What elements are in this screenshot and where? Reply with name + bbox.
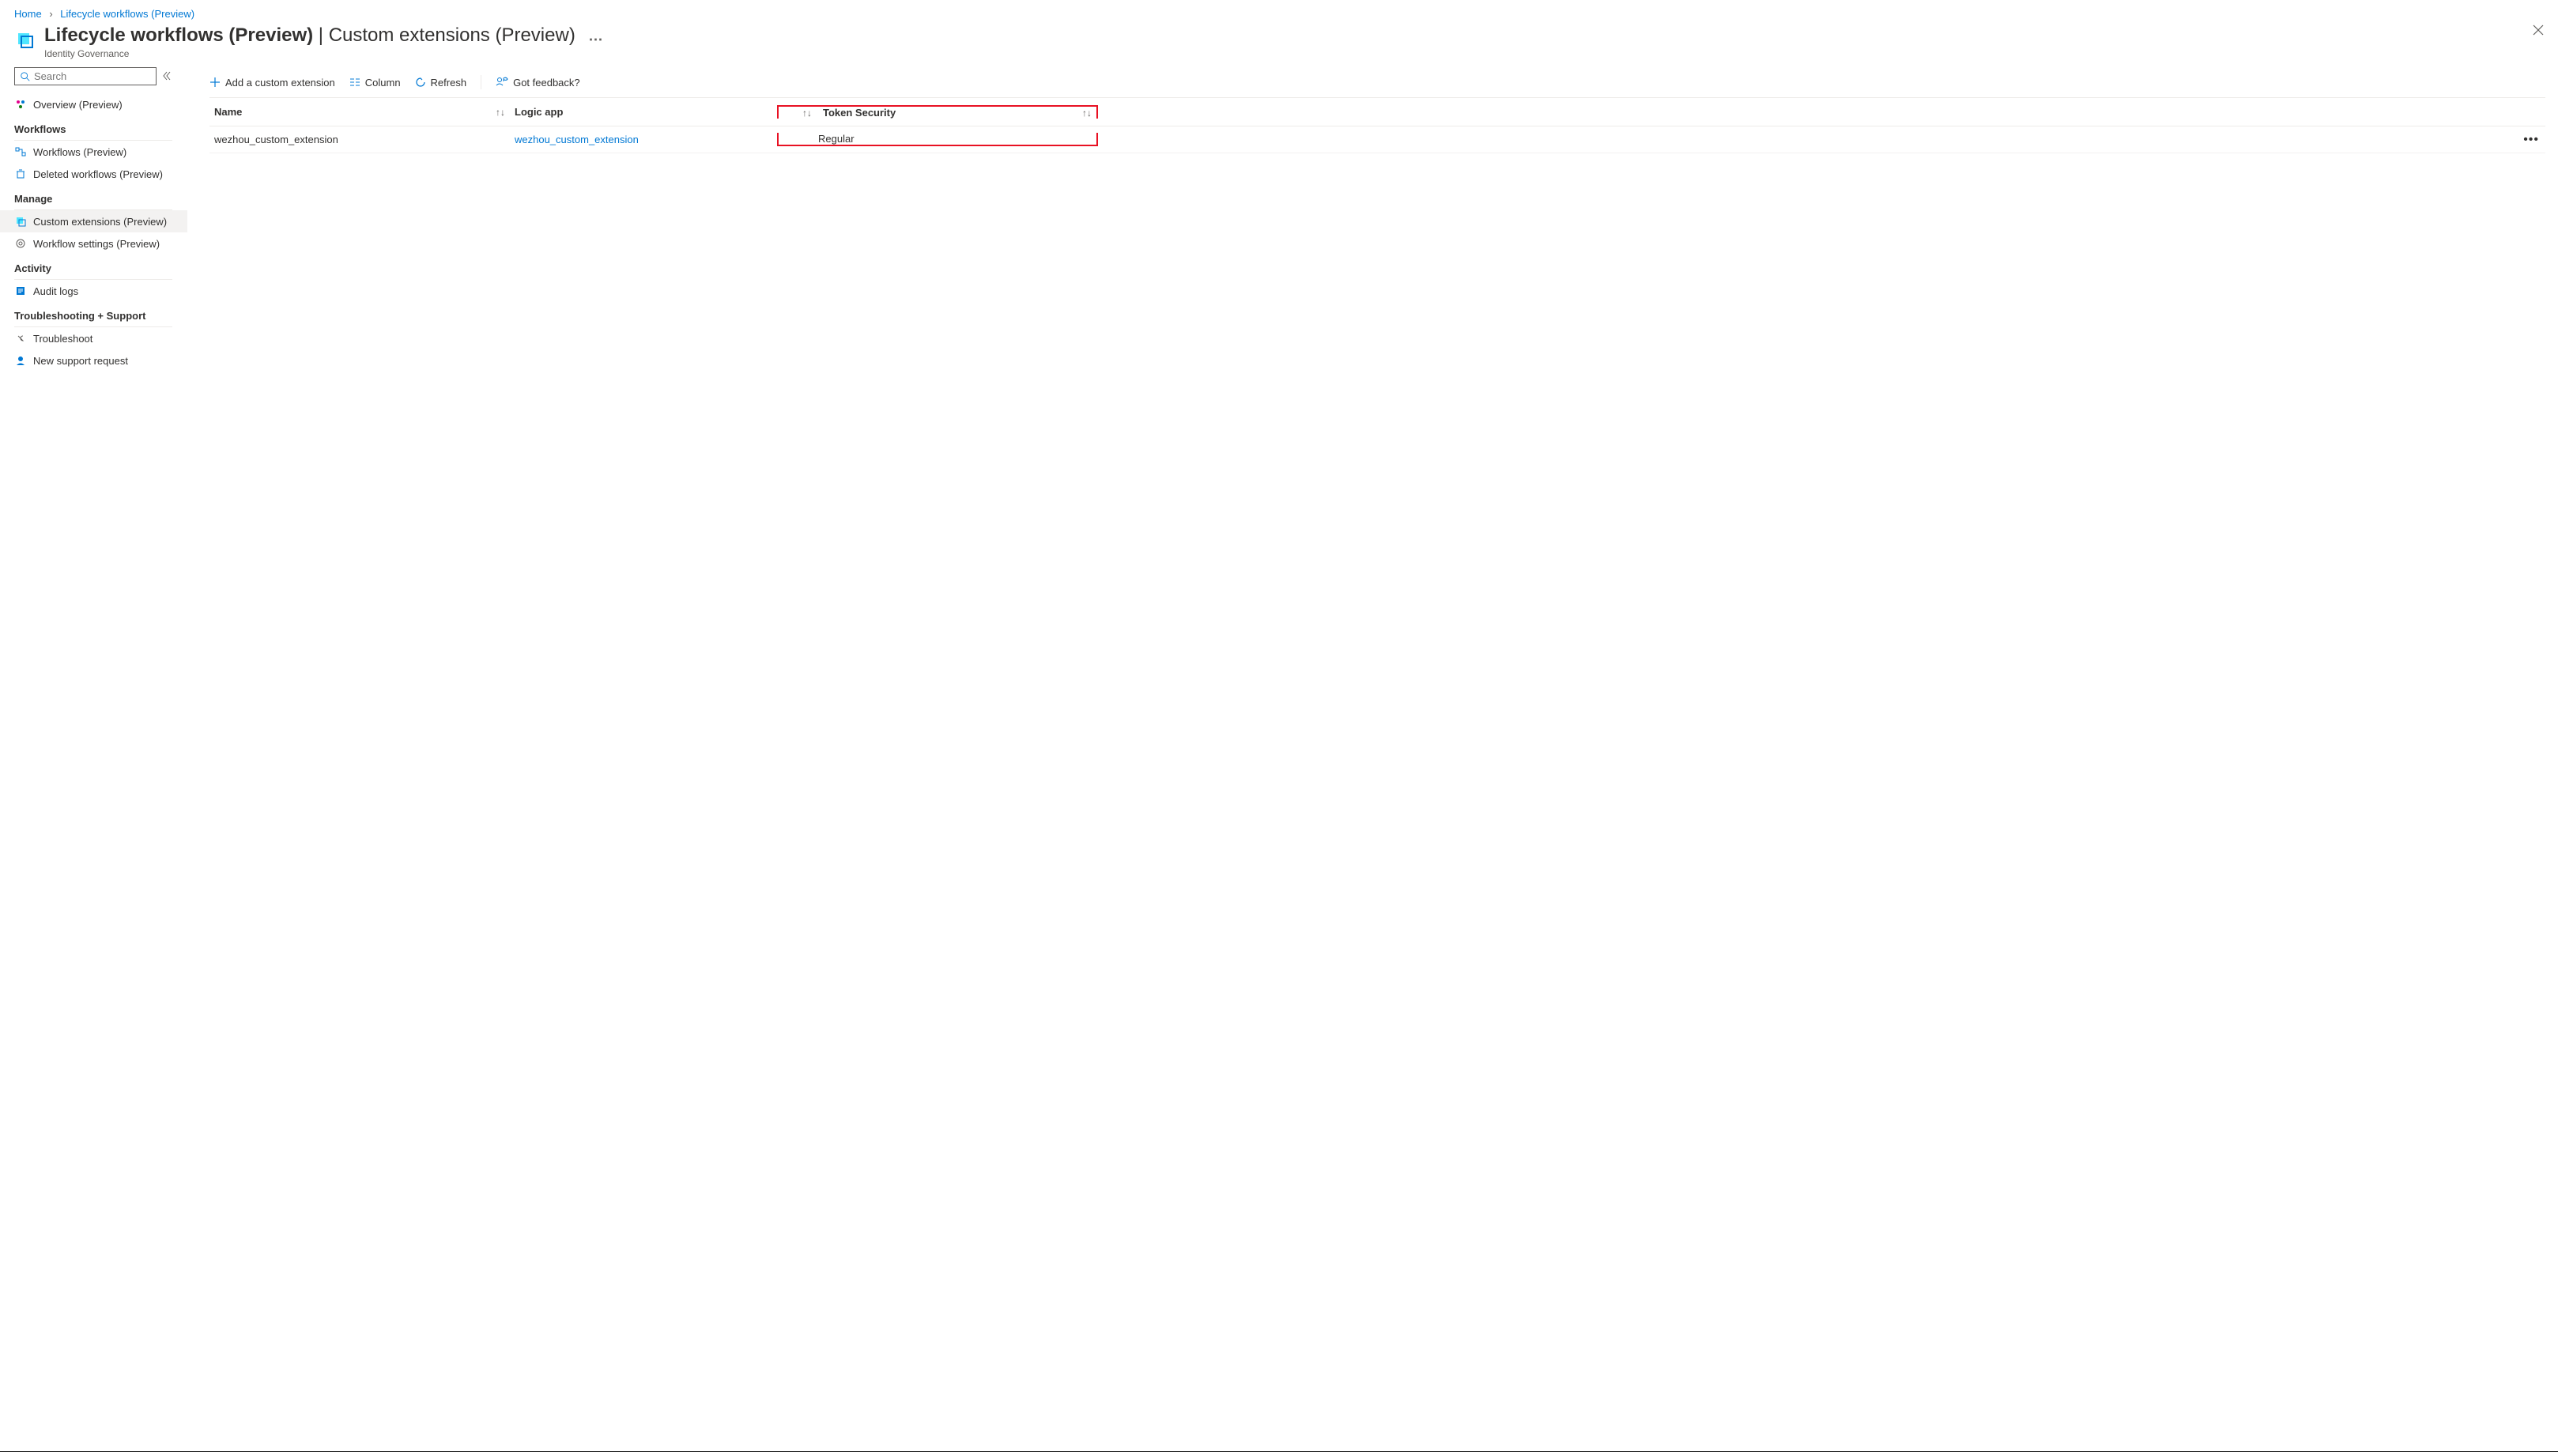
nav-deleted-label: Deleted workflows (Preview) — [33, 168, 163, 180]
page-title: Lifecycle workflows (Preview) | Custom e… — [44, 25, 602, 47]
nav-section-support: Troubleshooting + Support — [14, 302, 172, 327]
refresh-button[interactable]: Refresh — [415, 77, 467, 89]
overview-icon — [14, 98, 27, 111]
logic-app-link[interactable]: wezhou_custom_extension — [515, 134, 639, 145]
toolbar: Add a custom extension Column Refresh Go… — [209, 67, 2545, 98]
page-subtitle: Identity Governance — [44, 48, 602, 59]
nav-workflows[interactable]: Workflows (Preview) — [14, 141, 187, 163]
refresh-label: Refresh — [431, 77, 467, 89]
extensions-table: Name ↑↓ Logic app ↑↓Token Security ↑↓ we… — [209, 98, 2545, 153]
chevron-right-icon: › — [49, 8, 52, 20]
columns-icon — [349, 77, 360, 88]
nav-audit-logs[interactable]: Audit logs — [14, 280, 187, 302]
nav-troubleshoot-label: Troubleshoot — [33, 333, 92, 345]
page-header: Lifecycle workflows (Preview) | Custom e… — [0, 20, 2558, 67]
nav-deleted-workflows[interactable]: Deleted workflows (Preview) — [14, 163, 187, 185]
log-icon — [14, 285, 27, 297]
search-icon — [20, 71, 31, 82]
gear-icon — [14, 237, 27, 250]
breadcrumb: Home › Lifecycle workflows (Preview) — [0, 0, 2558, 20]
extension-icon — [14, 215, 27, 228]
add-extension-button[interactable]: Add a custom extension — [209, 77, 335, 89]
main-content: Add a custom extension Column Refresh Go… — [187, 67, 2558, 372]
nav-section-manage: Manage — [14, 185, 172, 210]
bottom-border — [0, 1451, 2558, 1456]
nav-troubleshoot[interactable]: Troubleshoot — [14, 327, 187, 349]
col-header-name[interactable]: Name ↑↓ — [209, 106, 510, 118]
feedback-button[interactable]: Got feedback? — [496, 77, 580, 89]
col-header-token-security[interactable]: ↑↓Token Security ↑↓ — [777, 105, 1098, 119]
table-row[interactable]: wezhou_custom_extension wezhou_custom_ex… — [209, 126, 2545, 153]
search-input[interactable] — [14, 67, 157, 85]
nav-workflows-label: Workflows (Preview) — [33, 146, 126, 158]
cell-token-security: Regular — [777, 133, 1098, 146]
nav-new-support[interactable]: New support request — [14, 349, 187, 372]
cell-actions: ••• — [1098, 133, 2545, 147]
column-label: Column — [365, 77, 401, 89]
nav-overview-label: Overview (Preview) — [33, 99, 123, 111]
resource-icon — [14, 29, 36, 51]
collapse-sidebar-icon[interactable] — [163, 70, 174, 84]
nav-wf-settings-label: Workflow settings (Preview) — [33, 238, 160, 250]
nav-custom-ext-label: Custom extensions (Preview) — [33, 216, 167, 228]
more-icon[interactable]: ⋯ — [588, 32, 602, 47]
plus-icon — [209, 77, 221, 88]
cell-logic-app: wezhou_custom_extension — [510, 134, 777, 145]
table-header: Name ↑↓ Logic app ↑↓Token Security ↑↓ — [209, 98, 2545, 126]
nav-section-activity: Activity — [14, 255, 172, 280]
column-button[interactable]: Column — [349, 77, 401, 89]
col-header-logic[interactable]: Logic app — [510, 106, 777, 118]
breadcrumb-home[interactable]: Home — [14, 8, 42, 20]
support-icon — [14, 354, 27, 367]
nav-section-workflows: Workflows — [14, 115, 172, 141]
trash-icon — [14, 168, 27, 180]
nav-custom-extensions[interactable]: Custom extensions (Preview) — [0, 210, 187, 232]
nav-overview[interactable]: Overview (Preview) — [14, 93, 187, 115]
sort-icon: ↑↓ — [496, 107, 505, 118]
feedback-icon — [496, 77, 508, 88]
sort-icon: ↑↓ — [1082, 108, 1092, 119]
cell-name: wezhou_custom_extension — [209, 134, 510, 145]
sidebar: Overview (Preview) Workflows Workflows (… — [0, 67, 187, 372]
nav-new-support-label: New support request — [33, 355, 128, 367]
add-extension-label: Add a custom extension — [225, 77, 335, 89]
workflow-icon — [14, 145, 27, 158]
row-more-icon[interactable]: ••• — [2523, 133, 2539, 147]
wrench-icon — [14, 332, 27, 345]
nav-audit-label: Audit logs — [33, 285, 78, 297]
nav-workflow-settings[interactable]: Workflow settings (Preview) — [14, 232, 187, 255]
sort-icon: ↑↓ — [802, 108, 812, 119]
close-icon[interactable] — [2533, 25, 2544, 40]
breadcrumb-current[interactable]: Lifecycle workflows (Preview) — [60, 8, 194, 20]
refresh-icon — [415, 77, 426, 88]
feedback-label: Got feedback? — [513, 77, 580, 89]
